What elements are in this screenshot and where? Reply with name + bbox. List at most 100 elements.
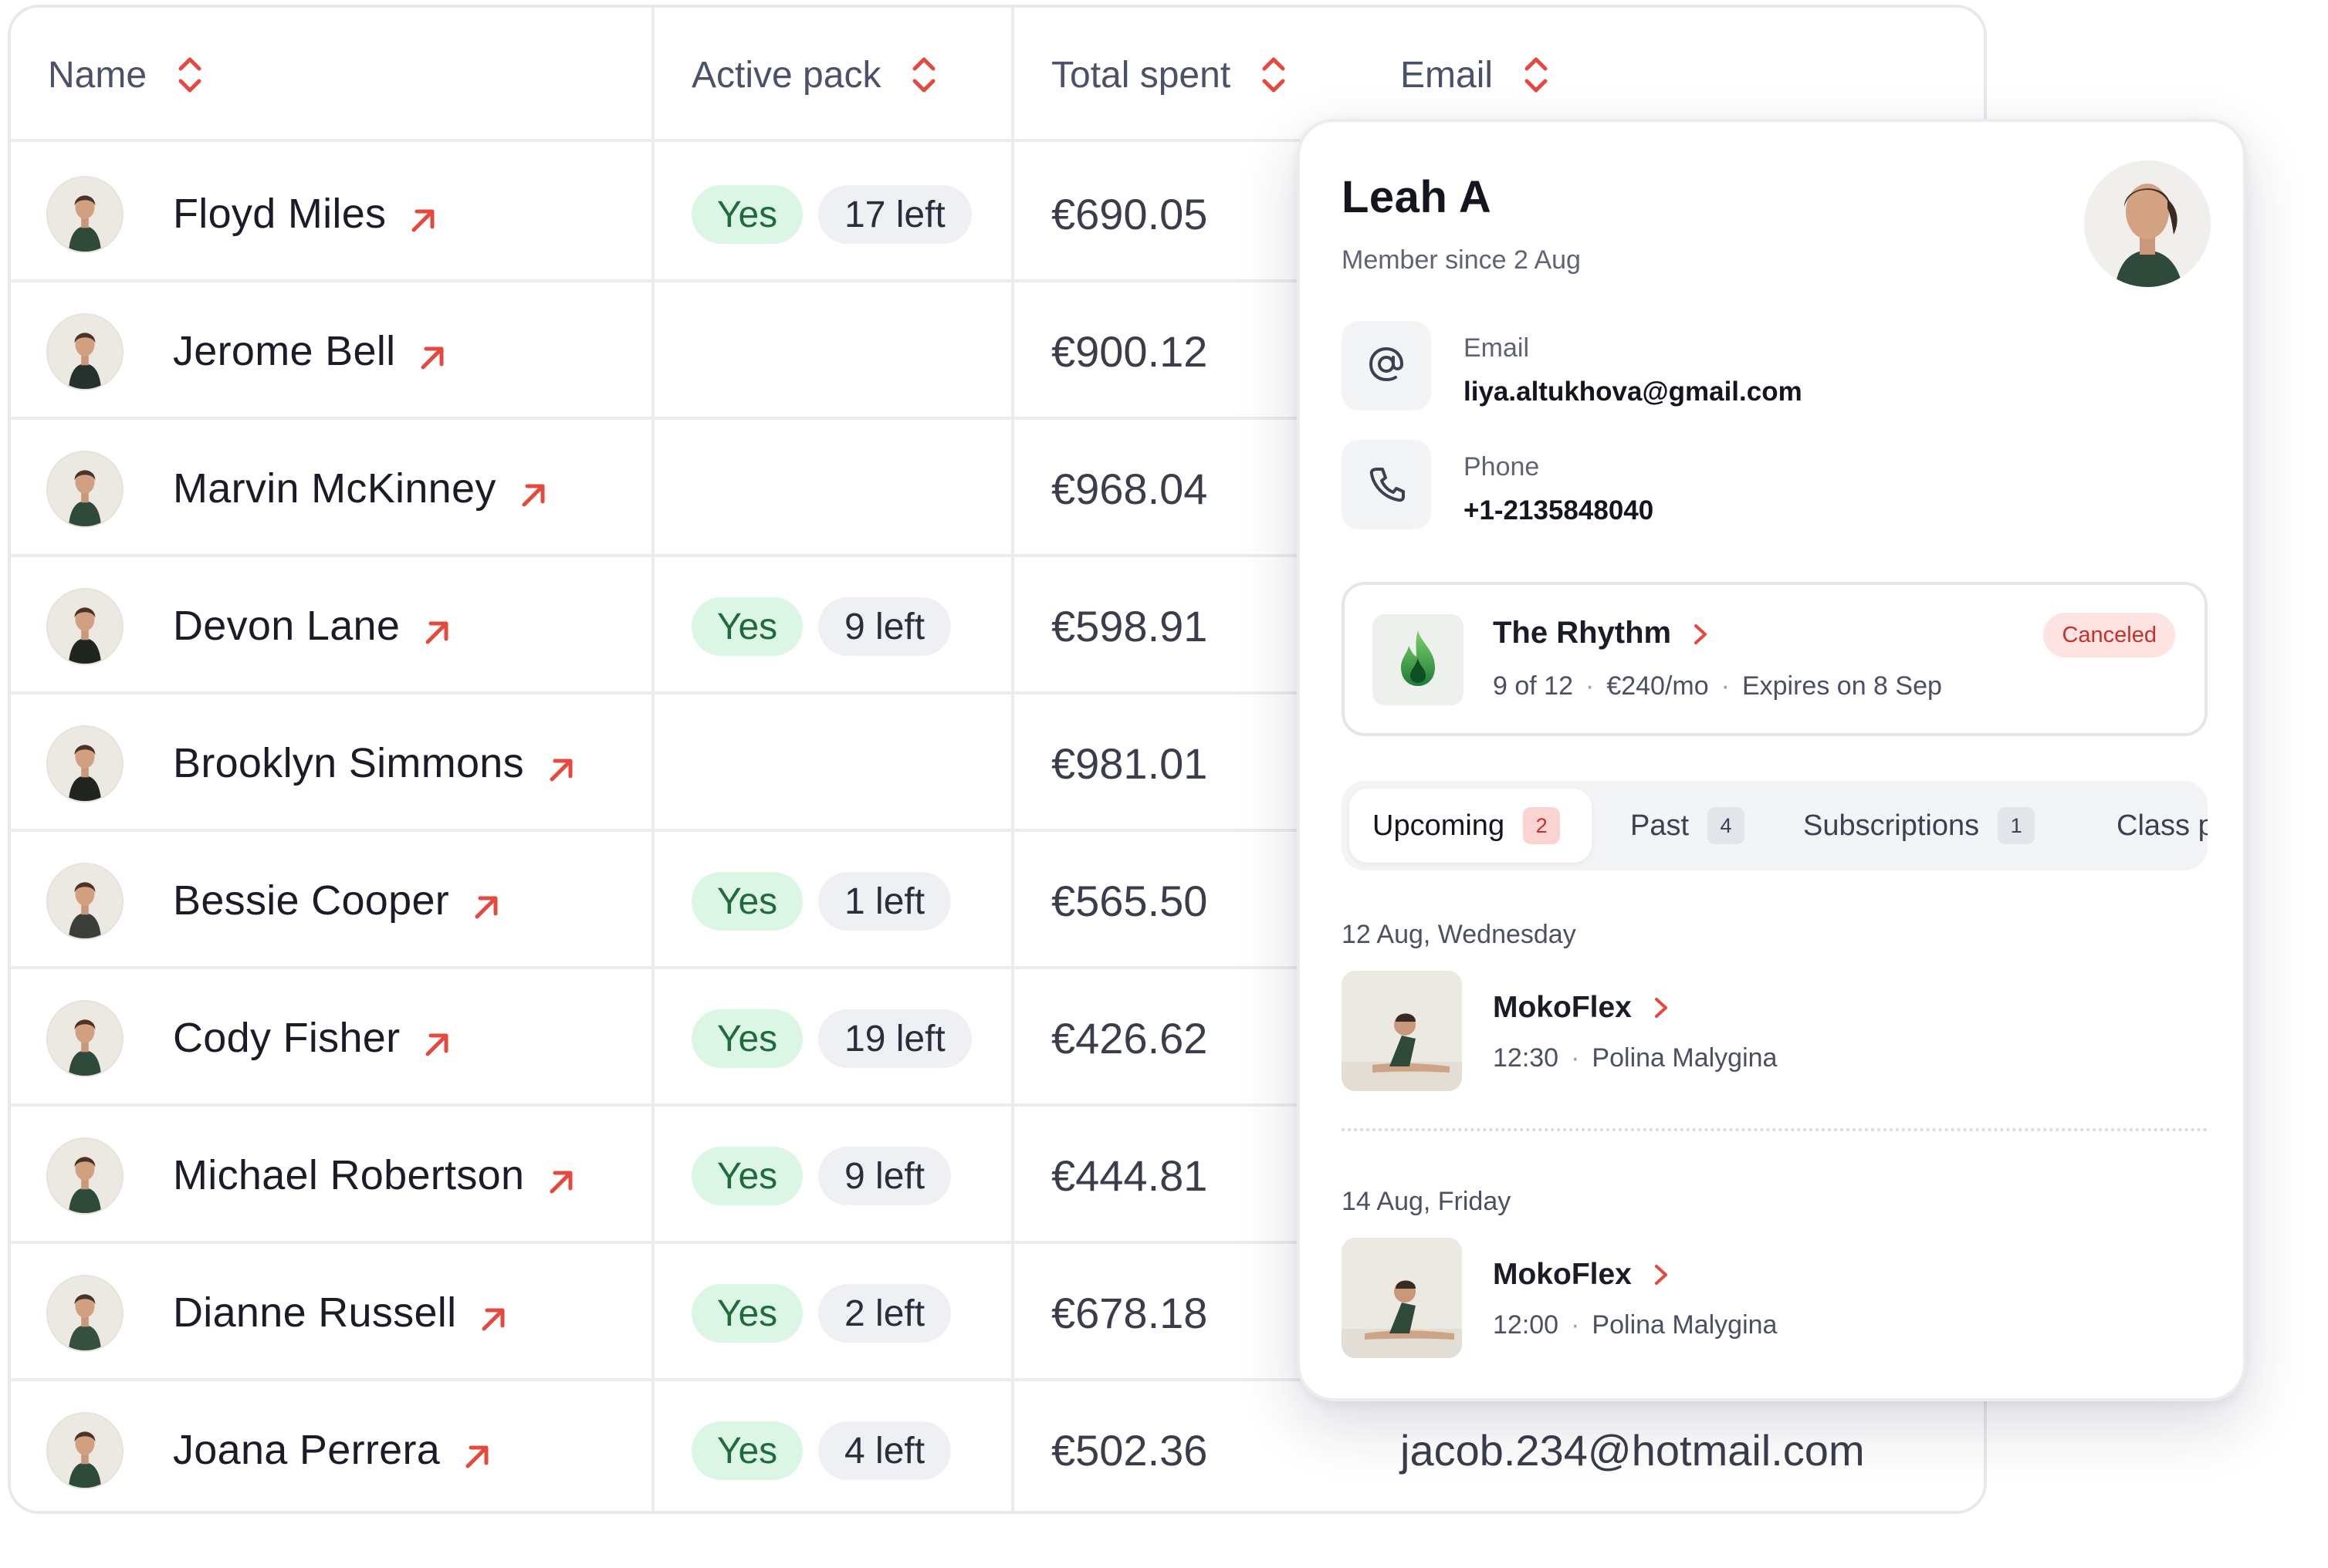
active-pack-badge: Yes — [692, 872, 803, 931]
subscription-card[interactable]: The Rhythm Canceled 9 of 12 · €240/mo · Expi… — [1342, 582, 2208, 736]
sort-arrows-icon[interactable] — [1258, 53, 1289, 96]
arrow-up-right-icon[interactable] — [408, 198, 438, 232]
tab-count-badge: 4 — [1707, 807, 1745, 844]
arrow-up-right-icon[interactable] — [546, 1160, 577, 1194]
schedule-day-label: 12 Aug, Wednesday — [1342, 920, 1576, 949]
total-spent: €502.36 — [1051, 1425, 1208, 1475]
arrow-up-right-icon[interactable] — [462, 1435, 492, 1468]
class-instructor: Polina Malygina — [1592, 1043, 1778, 1073]
class-thumbnail[interactable] — [1342, 1238, 1462, 1358]
class-meta: 12:00 · Polina Malygina — [1493, 1310, 1778, 1340]
client-name-link[interactable]: Joana Perrera — [173, 1381, 492, 1511]
schedule-day-label: 14 Aug, Friday — [1342, 1187, 1511, 1216]
phone-icon-box — [1342, 440, 1431, 529]
class-title-link[interactable]: MokoFlex — [1493, 1258, 1670, 1292]
flame-icon — [1393, 627, 1443, 693]
class-thumbnail[interactable] — [1342, 971, 1462, 1091]
arrow-up-right-icon[interactable] — [518, 473, 549, 507]
total-spent: €981.01 — [1051, 738, 1208, 788]
client-name-link[interactable]: Michael Robertson — [173, 1107, 577, 1244]
header-name[interactable]: Name — [48, 8, 205, 142]
arrow-up-right-icon[interactable] — [421, 610, 452, 644]
classes-left-badge: 9 left — [818, 597, 952, 656]
tab-past[interactable]: Past 4 — [1630, 789, 1745, 863]
class-time: 12:30 — [1493, 1043, 1559, 1073]
classes-left-badge: 2 left — [818, 1284, 952, 1343]
total-spent: €900.12 — [1051, 326, 1208, 376]
client-name-link[interactable]: Marvin McKinney — [173, 420, 549, 557]
arrow-up-right-icon[interactable] — [421, 1022, 452, 1056]
phone-icon — [1366, 463, 1406, 507]
email-icon-box — [1342, 321, 1431, 411]
arrow-up-right-icon[interactable] — [417, 336, 448, 370]
chevron-right-icon[interactable] — [1691, 620, 1710, 647]
client-name-link[interactable]: Bessie Cooper — [173, 832, 502, 969]
tab-count-badge: 1 — [1998, 807, 2035, 844]
email-label: Email — [1463, 333, 1530, 363]
avatar — [46, 451, 124, 528]
tab-subscriptions[interactable]: Subscriptions 1 — [1803, 789, 2035, 863]
client-name: Cody Fisher — [173, 1015, 401, 1061]
subscription-meta: 9 of 12 · €240/mo · Expires on 8 Sep — [1493, 671, 1942, 701]
client-name-link[interactable]: Jerome Bell — [173, 282, 448, 420]
header-active-pack[interactable]: Active pack — [692, 8, 939, 142]
client-name-link[interactable]: Brooklyn Simmons — [173, 694, 577, 832]
classes-left-badge: 9 left — [818, 1147, 952, 1205]
client-name: Dianne Russell — [173, 1289, 457, 1336]
client-name-link[interactable]: Devon Lane — [173, 557, 452, 694]
profile-tabs: Upcoming 2 Past 4 Subscriptions 1 Class … — [1342, 781, 2208, 870]
total-spent: €444.81 — [1051, 1151, 1208, 1200]
at-sign-icon — [1366, 344, 1406, 388]
subscription-thumb — [1372, 614, 1463, 705]
tab-class-packs[interactable]: Class p — [2117, 789, 2208, 863]
status-badge: Canceled — [2043, 613, 2175, 657]
tab-upcoming[interactable]: Upcoming 2 — [1349, 789, 1592, 863]
avatar — [46, 1137, 124, 1215]
subscription-title-link[interactable]: The Rhythm — [1493, 616, 1710, 651]
avatar — [46, 863, 124, 940]
client-name-link[interactable]: Cody Fisher — [173, 969, 452, 1107]
class-time: 12:00 — [1493, 1310, 1559, 1340]
total-spent: €968.04 — [1051, 464, 1208, 513]
sort-arrows-icon[interactable] — [174, 53, 205, 96]
total-spent: €565.50 — [1051, 876, 1208, 925]
schedule-divider — [1342, 1128, 2208, 1131]
chevron-right-icon[interactable] — [1652, 995, 1670, 1021]
client-name-link[interactable]: Dianne Russell — [173, 1244, 509, 1381]
arrow-up-right-icon[interactable] — [546, 748, 577, 782]
sort-arrows-icon[interactable] — [909, 53, 939, 96]
avatar — [46, 1412, 124, 1489]
phone-label: Phone — [1463, 452, 1540, 482]
header-total-spent[interactable]: Total spent — [1051, 8, 1289, 142]
subscription-title: The Rhythm — [1493, 616, 1672, 650]
email-value[interactable]: liya.altukhova@gmail.com — [1463, 377, 1802, 407]
class-title-link[interactable]: MokoFlex — [1493, 991, 1670, 1025]
active-pack-badge: Yes — [692, 1147, 803, 1205]
header-active-pack-label: Active pack — [692, 54, 881, 96]
tab-label: Upcoming — [1372, 809, 1505, 842]
client-name: Marvin McKinney — [173, 465, 496, 512]
classes-left-badge: 17 left — [818, 185, 972, 244]
tab-count-badge: 2 — [1523, 807, 1561, 844]
arrow-up-right-icon[interactable] — [471, 885, 502, 919]
profile-name: Leah A — [1342, 172, 1492, 222]
class-title: MokoFlex — [1493, 1258, 1632, 1291]
client-name-link[interactable]: Floyd Miles — [173, 145, 438, 282]
phone-value[interactable]: +1-2135848040 — [1463, 495, 1653, 526]
client-detail-card: Leah A Member since 2 Aug Email liya.alt… — [1297, 119, 2246, 1401]
subscription-progress: 9 of 12 — [1493, 671, 1573, 701]
total-spent: €598.91 — [1051, 601, 1208, 651]
member-since: Member since 2 Aug — [1342, 245, 1581, 275]
header-email-label: Email — [1400, 54, 1494, 96]
chevron-right-icon[interactable] — [1652, 1262, 1670, 1288]
profile-photo — [2084, 161, 2211, 287]
sort-arrows-icon[interactable] — [1521, 53, 1551, 96]
active-pack-badge: Yes — [692, 1284, 803, 1343]
avatar — [46, 1000, 124, 1077]
avatar — [46, 725, 124, 803]
tab-label: Class p — [2117, 809, 2208, 842]
arrow-up-right-icon[interactable] — [478, 1297, 509, 1331]
active-pack-badge: Yes — [692, 1421, 803, 1480]
active-pack-badge: Yes — [692, 185, 803, 244]
subscription-expires: Expires on 8 Sep — [1741, 671, 1942, 701]
